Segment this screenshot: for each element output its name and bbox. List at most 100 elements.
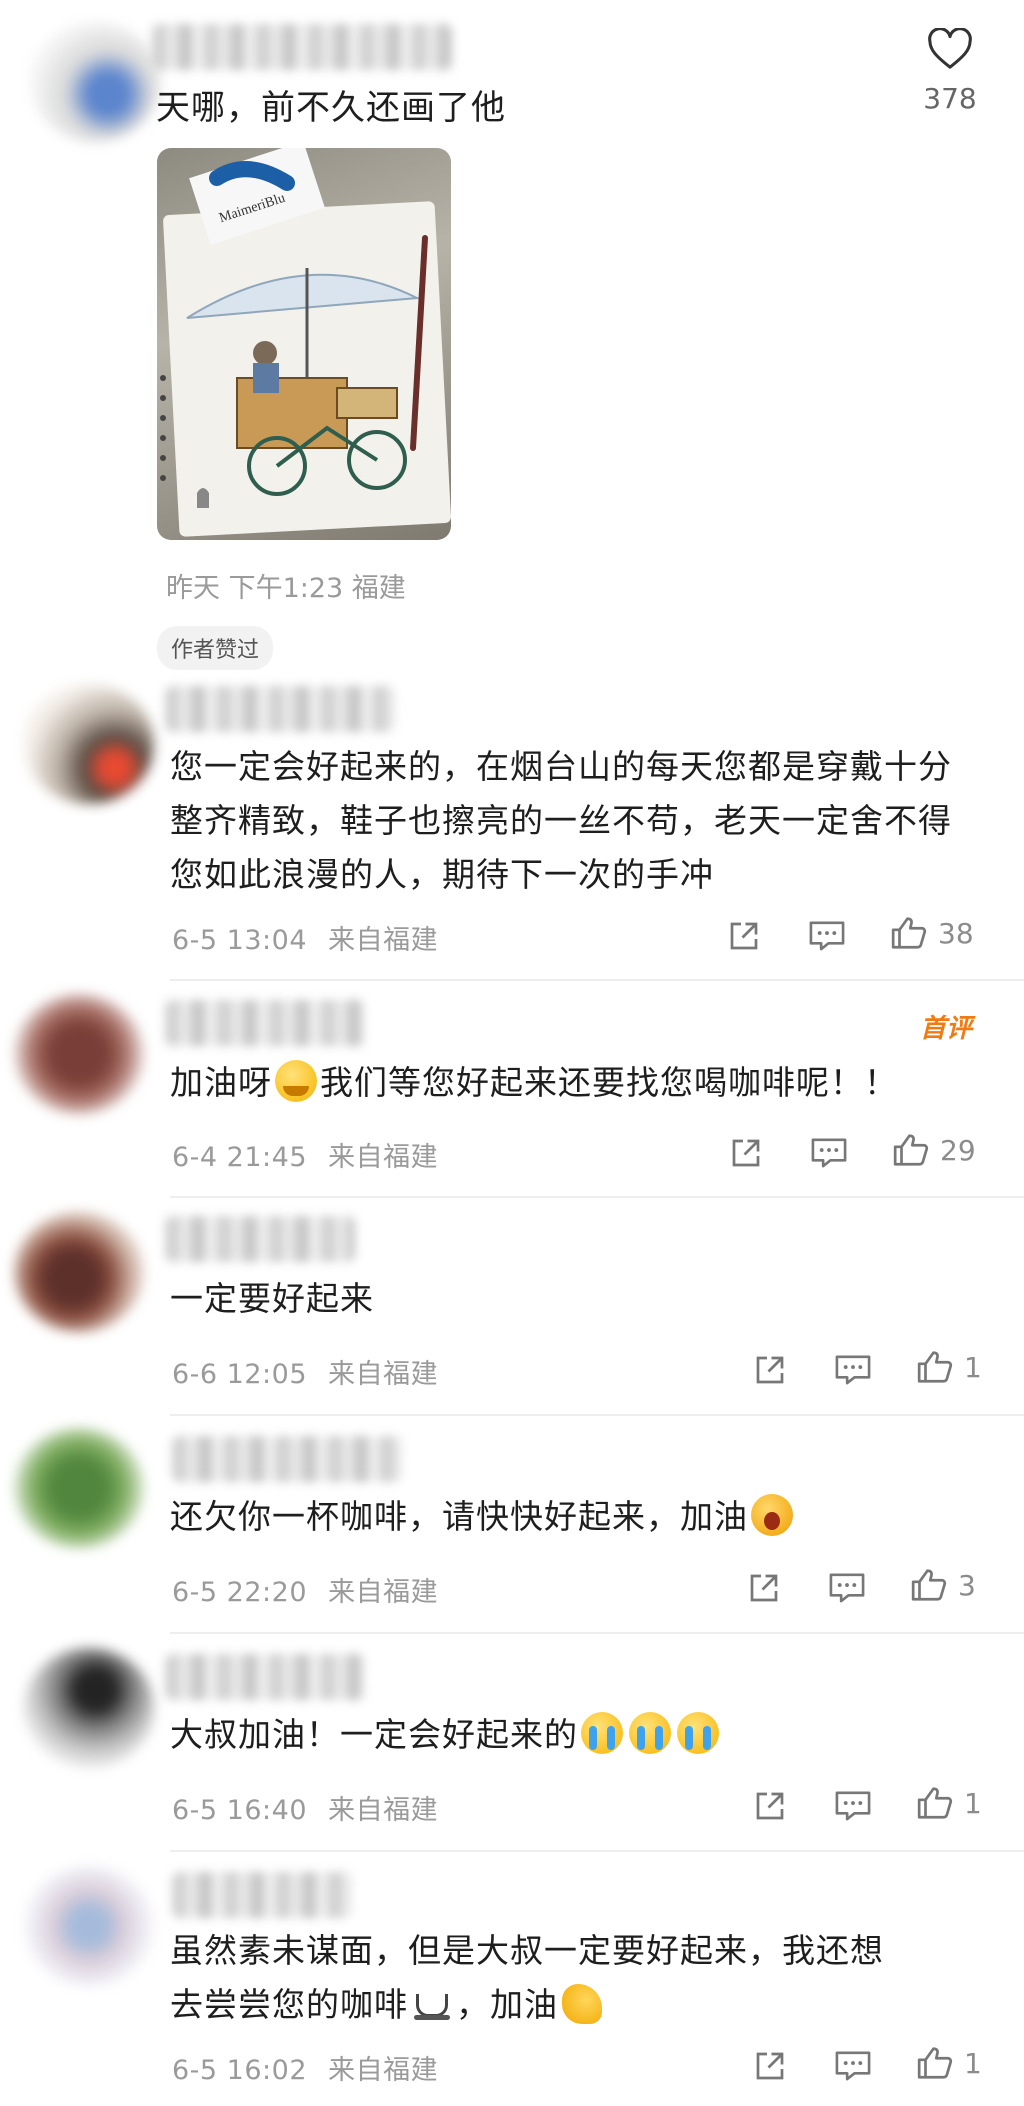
thumbs-up-icon [917,2047,953,2079]
like-count: 3 [958,1568,976,1602]
share-button[interactable] [726,918,762,954]
flexed-bicep-icon [562,1984,602,2024]
comment-icon [835,1355,871,1385]
share-icon [756,1792,784,1820]
thumbs-up-button[interactable]: 1 [916,1348,982,1386]
author-liked-badge: 作者赞过 [157,626,274,670]
thumbs-up-icon [917,1351,953,1383]
reply-location: 来自福建 [328,1142,439,1173]
screaming-emoji-icon [751,1494,793,1536]
username-blurred[interactable] [172,1872,352,1918]
reply-time: 6-6 12:05 [172,1359,307,1390]
reply-location: 来自福建 [328,1359,439,1390]
share-icon [756,2052,784,2080]
username-blurred[interactable] [165,686,395,732]
comment-icon [829,1573,865,1603]
comment-button[interactable] [828,1570,866,1606]
share-button[interactable] [752,2048,788,2084]
username-blurred[interactable] [165,1000,365,1046]
share-button[interactable] [752,1352,788,1388]
like-count: 378 [923,82,977,115]
like-count: 1 [964,1350,982,1384]
share-button[interactable] [746,1570,782,1606]
divider [170,1414,1024,1416]
reply-location: 来自福建 [328,2055,439,2086]
like-count: 29 [940,1133,976,1167]
avatar[interactable] [24,684,154,804]
thumbs-up-button[interactable]: 1 [916,2044,982,2082]
comment-image[interactable]: MaimeriBlu [157,148,451,540]
comment-icon [809,921,845,951]
crying-emoji-icon [677,1712,719,1754]
comment-text: 天哪，前不久还画了他 [156,88,506,128]
reply-meta: 6-5 13:04 来自福建 [172,918,438,957]
reply-time: 6-4 21:45 [172,1142,307,1173]
reply-text: 一定要好起来 [170,1279,374,1318]
avatar[interactable] [30,22,160,142]
comment-button[interactable] [834,1352,872,1388]
avatar[interactable] [24,1648,154,1768]
comment-icon [835,1791,871,1821]
comment-button[interactable] [834,1788,872,1824]
avatar[interactable] [14,994,144,1114]
first-comment-badge: 首评 [920,1014,973,1044]
thumbs-up-button[interactable]: 38 [890,914,974,952]
reply-text: 您一定会好起来的，在烟台山的每天您都是穿戴十分整齐精致，鞋子也擦亮的一丝不苟，老… [170,747,952,894]
avatar[interactable] [14,1428,144,1548]
username-blurred[interactable] [165,1216,355,1262]
watercolor-sketch: MaimeriBlu [160,148,451,537]
crying-emoji-icon [581,1712,623,1754]
share-button[interactable] [752,1788,788,1824]
reply-text: 大叔加油！一定会好起来的 [170,1708,984,1762]
comment-button[interactable] [808,918,846,954]
reply-text-part: 大叔加油！一定会好起来的 [170,1715,578,1754]
reply-meta: 6-4 21:45 来自福建 [172,1135,438,1174]
reply-text: 加油呀 我们等您好起来还要找您喝咖啡呢！！ [170,1056,984,1110]
reply-location: 来自福建 [328,925,439,956]
avatar[interactable] [14,1212,144,1332]
like-count: 1 [964,1786,982,1820]
reply-text-part: 还欠你一杯咖啡，请快快好起来，加油 [170,1497,748,1536]
username-blurred[interactable] [172,1436,402,1482]
thumbs-up-button[interactable]: 1 [916,1784,982,1822]
share-icon [730,922,758,950]
reply-text: 还欠你一杯咖啡，请快快好起来，加油 [170,1490,984,1544]
reply-time: 6-5 16:02 [172,2055,307,2086]
divider [170,1850,1024,1852]
comment-button[interactable] [810,1135,848,1171]
share-icon [756,1356,784,1384]
share-button[interactable] [728,1135,764,1171]
crying-emoji-icon [629,1712,671,1754]
avatar[interactable] [24,1866,154,1986]
thumbs-up-button[interactable]: 29 [892,1131,976,1169]
comment-meta: 昨天 下午1:23 福建 [166,573,406,604]
comment-button[interactable] [834,2048,872,2084]
divider [170,979,1024,981]
thumbs-up-icon [911,1569,947,1601]
thumbs-up-icon [891,917,927,949]
reply-text-line: 去尝尝您的咖啡 ，加油 [170,1978,984,2032]
reply-text-part: ，加油 [456,1985,558,2024]
like-button[interactable]: 378 [918,28,982,115]
heart-icon [928,28,972,69]
blush-emoji-icon [275,1060,317,1102]
reply-text: 虽然素未谋面，但是大叔一定要好起来，我还想 去尝尝您的咖啡 ，加油 [170,1924,984,2032]
divider [170,1632,1024,1634]
reply-time: 6-5 16:40 [172,1795,307,1826]
like-count: 1 [964,2046,982,2080]
thumbs-up-icon [917,1787,953,1819]
divider [170,1196,1024,1198]
reply-meta: 6-5 22:20 来自福建 [172,1570,438,1609]
reply-text-part: 去尝尝您的咖啡 [170,1985,408,2024]
reply-meta: 6-5 16:02 来自福建 [172,2048,438,2087]
comment-icon [811,1138,847,1168]
share-icon [732,1139,760,1167]
reply-location: 来自福建 [328,1795,439,1826]
reply-text-part: 加油呀 [170,1063,272,1102]
comment-icon [835,2051,871,2081]
username-blurred[interactable] [165,1654,365,1700]
thumbs-up-button[interactable]: 3 [910,1566,976,1604]
reply-time: 6-5 13:04 [172,925,307,956]
username-blurred[interactable] [152,24,452,70]
reply-time: 6-5 22:20 [172,1577,307,1608]
